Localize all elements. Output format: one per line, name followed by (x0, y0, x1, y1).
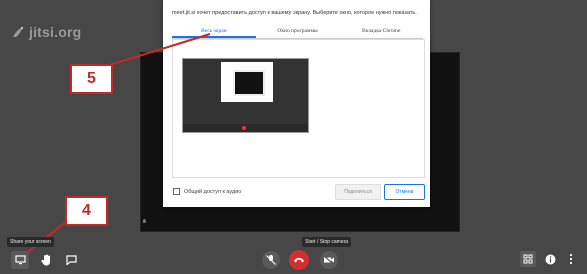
thumbnail-dialog-image (221, 62, 273, 102)
dialog-message: meet.jit.si хочет предоставить доступ к … (172, 10, 417, 16)
meeting-stage: jitsi.org ili meet.jit.si хочет предоста… (0, 0, 587, 274)
screen-share-icon (14, 255, 26, 265)
source-preview-area (172, 39, 425, 178)
camera-button[interactable] (320, 251, 338, 269)
annotation-step-4: 4 (65, 196, 108, 226)
more-options-button[interactable] (565, 252, 577, 266)
thumbnail-hangup-dot (242, 126, 246, 130)
hand-icon (40, 254, 50, 266)
share-source-tabs: Весь экран Окно программы Вкладка Chrome (172, 26, 423, 39)
share-audio-label: Общий доступ к аудио (184, 188, 242, 195)
hangup-phone-icon (294, 258, 304, 263)
share-audio-row[interactable]: Общий доступ к аудио (173, 188, 241, 195)
camera-off-icon (323, 255, 335, 265)
jitsi-logo: jitsi.org (10, 24, 81, 40)
share-button[interactable]: Поделиться (335, 184, 381, 200)
thumbnail-window-image (233, 70, 265, 96)
share-screen-tooltip: Share your screen (7, 237, 54, 247)
microphone-muted-icon (266, 255, 276, 265)
info-icon (545, 254, 555, 264)
grid-icon (523, 254, 533, 264)
tile-name-label: ili (143, 219, 147, 225)
camera-tooltip: Start / Stop camera (302, 237, 352, 247)
share-audio-checkbox[interactable] (173, 188, 180, 195)
logo-text: jitsi.org (29, 24, 82, 40)
screen-thumbnail[interactable] (182, 58, 309, 133)
meeting-toolbar (0, 242, 587, 274)
hangup-button[interactable] (289, 250, 309, 270)
cancel-button[interactable]: Отмена (384, 184, 425, 200)
share-screen-button[interactable] (11, 251, 29, 269)
tab-entire-screen[interactable]: Весь экран (172, 26, 256, 38)
microphone-button[interactable] (262, 251, 280, 269)
info-button[interactable] (543, 252, 557, 266)
screen-share-picker-dialog: meet.jit.si хочет предоставить доступ к … (163, 0, 430, 207)
jitsi-logo-icon (13, 26, 24, 37)
tab-application-window[interactable]: Окно программы (256, 26, 340, 38)
chat-button[interactable] (63, 252, 79, 268)
tile-view-button[interactable] (520, 251, 536, 267)
raise-hand-button[interactable] (38, 252, 54, 268)
annotation-step-5: 5 (70, 64, 113, 94)
chat-icon (65, 255, 77, 265)
more-vertical-icon (569, 253, 573, 265)
tab-chrome-tab[interactable]: Вкладка Chrome (339, 26, 423, 38)
